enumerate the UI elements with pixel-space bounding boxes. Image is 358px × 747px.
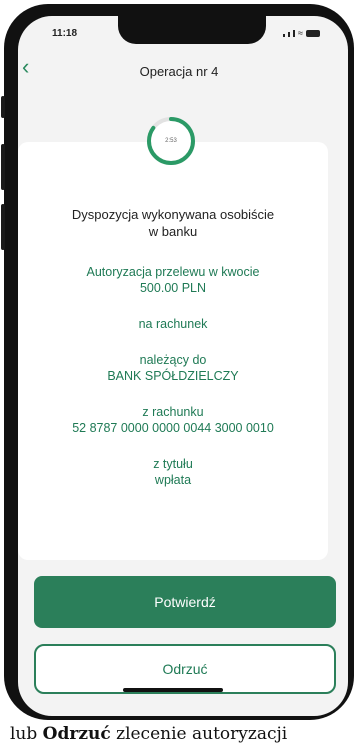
operation-details-card: Dyspozycja wykonywana osobiście w banku …	[18, 142, 328, 560]
owner-label: należący do	[139, 353, 207, 367]
card-heading-line2: w banku	[148, 224, 198, 239]
status-time: 11:18	[52, 28, 78, 39]
confirm-button[interactable]: Potwierdź	[34, 576, 336, 628]
reject-button[interactable]: Odrzuć	[34, 644, 336, 694]
page-title: Operacja nr 4	[139, 64, 219, 79]
caption-prefix: lub	[10, 724, 43, 744]
caption-suffix: zlecenie autoryzacji	[110, 724, 288, 744]
instruction-caption: lub Odrzuć zlecenie autoryzacji	[0, 724, 358, 747]
side-button	[1, 96, 5, 118]
from-account-number: 52 8787 0000 0000 0044 3000 0010	[72, 421, 274, 435]
signal-icon	[288, 32, 291, 37]
card-content: Dyspozycja wykonywana osobiście w banku …	[18, 206, 328, 488]
wifi-icon: ≈	[298, 28, 303, 38]
auth-label: Autoryzacja przelewu w kwocie	[86, 265, 260, 279]
battery-icon	[306, 30, 320, 37]
amount-value: 500.00 PLN	[139, 281, 207, 295]
bank-name: BANK SPÓŁDZIELCZY	[107, 369, 239, 383]
countdown-timer: 2:53	[145, 115, 197, 167]
from-account-label: z rachunku	[142, 405, 204, 419]
to-account-label: na rachunek	[138, 317, 208, 331]
status-icons: ≈	[283, 28, 320, 38]
title-value: wpłata	[154, 473, 192, 487]
card-heading-line1: Dyspozycja wykonywana osobiście	[71, 207, 275, 222]
volume-up-button	[1, 144, 5, 190]
notch	[118, 16, 266, 44]
title-label: z tytułu	[153, 457, 193, 471]
volume-down-button	[1, 204, 5, 250]
timer-value: 2:53	[165, 138, 177, 144]
caption-bold: Odrzuć	[42, 724, 111, 744]
signal-icon	[283, 34, 286, 37]
home-indicator	[123, 688, 223, 692]
signal-icon	[293, 30, 296, 37]
